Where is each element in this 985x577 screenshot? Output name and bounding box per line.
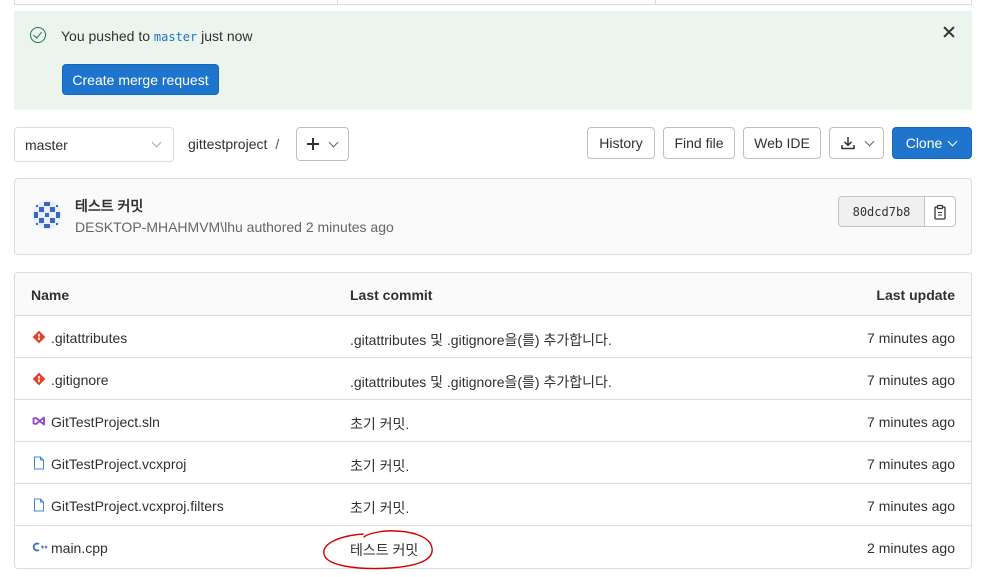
project-link[interactable]: gittestproject: [188, 136, 267, 152]
file-name[interactable]: GitTestProject.vcxproj: [51, 456, 186, 472]
table-row[interactable]: GitTestProject.sln 초기 커밋. 7 minutes ago: [15, 400, 971, 442]
commit-message[interactable]: 초기 커밋.: [350, 414, 409, 434]
file-tree-table: Name Last commit Last update .gitattribu…: [14, 272, 972, 569]
close-icon[interactable]: [942, 25, 956, 39]
clipboard-icon: [934, 204, 946, 220]
clone-button[interactable]: Clone: [892, 127, 972, 159]
updated-time: 7 minutes ago: [867, 372, 955, 388]
table-row[interactable]: GitTestProject.vcxproj.filters 초기 커밋. 7 …: [15, 484, 971, 526]
commit-message[interactable]: 초기 커밋.: [350, 456, 409, 476]
updated-time: 7 minutes ago: [867, 414, 955, 430]
table-row[interactable]: GitTestProject.vcxproj 초기 커밋. 7 minutes …: [15, 442, 971, 484]
push-alert: You pushed to master just now Create mer…: [14, 11, 972, 110]
visual-studio-icon: [32, 414, 46, 428]
file-icon: [32, 498, 46, 512]
updated-time: 7 minutes ago: [867, 498, 955, 514]
last-commit-panel: 테스트 커밋 DESKTOP-MHAHMVM\lhu authored 2 mi…: [14, 178, 972, 255]
file-name[interactable]: main.cpp: [51, 540, 108, 556]
file-name[interactable]: GitTestProject.vcxproj.filters: [51, 498, 224, 514]
red-annotation-circle: [323, 530, 433, 570]
table-header: Name Last commit Last update: [15, 273, 971, 316]
file-icon: [32, 456, 46, 470]
file-name[interactable]: .gitignore: [51, 372, 109, 388]
plus-icon: [307, 138, 319, 150]
breadcrumb: gittestproject /: [188, 136, 280, 152]
branch-selector[interactable]: master: [14, 127, 174, 162]
history-button[interactable]: History: [587, 127, 655, 159]
chevron-down-icon: [151, 137, 162, 148]
table-row[interactable]: .gitattributes .gitattributes 및 .gitigno…: [15, 316, 971, 358]
updated-time: 7 minutes ago: [867, 456, 955, 472]
chevron-down-icon: [328, 137, 339, 148]
commit-meta: DESKTOP-MHAHMVM\lhu authored 2 minutes a…: [75, 219, 394, 235]
avatar[interactable]: [31, 199, 63, 231]
table-row[interactable]: main.cpp 테스트 커밋 2 minutes ago: [15, 526, 971, 568]
chevron-down-icon: [947, 136, 958, 147]
alert-message: You pushed to master just now: [61, 28, 253, 44]
git-icon: [32, 372, 46, 386]
table-row[interactable]: .gitignore .gitattributes 및 .gitignore을(…: [15, 358, 971, 400]
cpp-icon: [32, 540, 48, 554]
file-name[interactable]: GitTestProject.sln: [51, 414, 160, 430]
web-ide-button[interactable]: Web IDE: [743, 127, 821, 159]
download-icon: [841, 137, 855, 150]
updated-time: 7 minutes ago: [867, 330, 955, 346]
commit-message[interactable]: 초기 커밋.: [350, 498, 409, 518]
commit-message[interactable]: .gitattributes 및 .gitignore을(를) 추가합니다.: [350, 330, 612, 350]
download-dropdown-button[interactable]: [829, 127, 884, 159]
updated-time: 2 minutes ago: [867, 540, 955, 556]
commit-title[interactable]: 테스트 커밋: [75, 196, 143, 216]
chevron-down-icon: [864, 136, 875, 147]
git-icon: [32, 330, 46, 344]
check-circle-icon: [30, 27, 46, 43]
file-name[interactable]: .gitattributes: [51, 330, 127, 346]
create-merge-request-button[interactable]: Create merge request: [62, 64, 219, 95]
copy-sha-button[interactable]: [924, 196, 956, 227]
top-tab-frame: [14, 0, 972, 5]
find-file-button[interactable]: Find file: [663, 127, 735, 159]
commit-message[interactable]: .gitattributes 및 .gitignore을(를) 추가합니다.: [350, 372, 612, 392]
branch-name: master: [153, 30, 198, 44]
commit-sha[interactable]: 80dcd7b8: [838, 196, 925, 227]
add-dropdown-button[interactable]: [296, 127, 349, 161]
